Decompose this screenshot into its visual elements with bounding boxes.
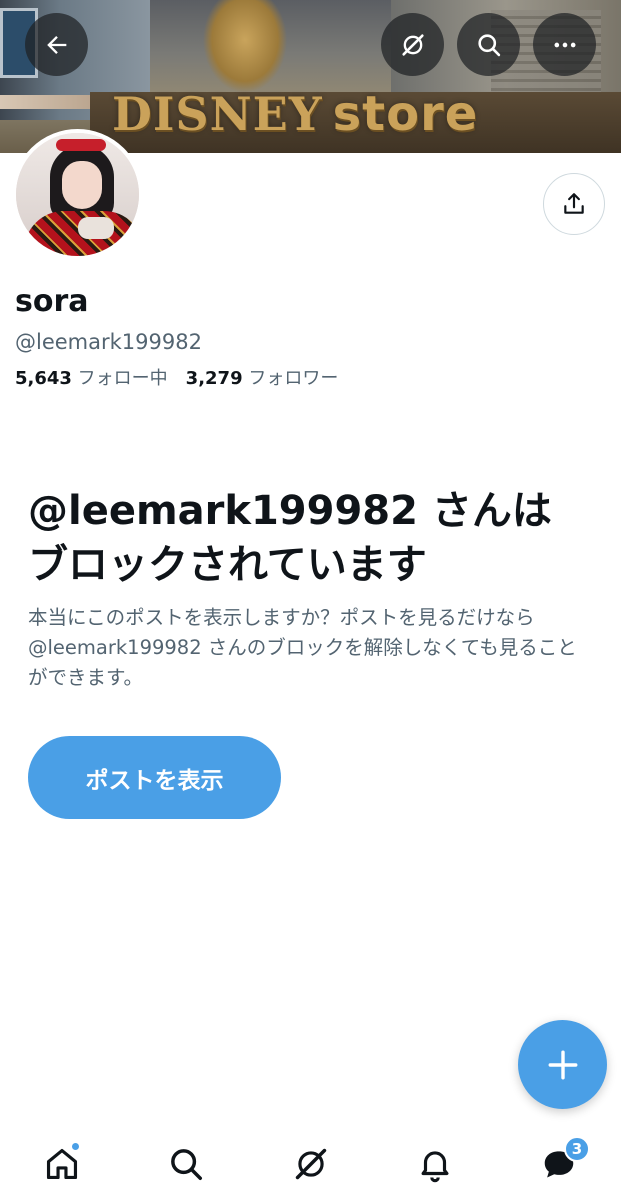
avatar-ribbon (56, 139, 106, 151)
blocked-description: 本当にこのポストを表示しますか？ポストを見るだけなら @leemark19998… (28, 606, 577, 689)
bottom-nav: 3 (0, 1125, 621, 1200)
nav-messages[interactable]: 3 (535, 1136, 590, 1188)
display-name: sora (15, 284, 89, 319)
share-button[interactable] (543, 173, 605, 235)
nav-search[interactable] (162, 1140, 210, 1188)
grok-icon (295, 1148, 327, 1180)
avatar-face (62, 161, 102, 209)
blocked-title: @leemark199982 さんはブロックされています (28, 488, 552, 588)
followers-link[interactable]: 3,279 フォロワー (186, 368, 339, 389)
following-count: 5,643 (15, 368, 72, 389)
show-posts-button[interactable]: ポストを表示 (28, 736, 281, 819)
following-link[interactable]: 5,643 フォロー中 (15, 368, 168, 389)
share-icon (564, 193, 584, 214)
search-icon (171, 1149, 202, 1180)
banner-store-sign: DISNEY store (112, 86, 478, 142)
bell-icon (421, 1151, 449, 1183)
user-handle: @leemark199982 (15, 330, 202, 354)
more-button[interactable] (533, 13, 596, 76)
followers-count: 3,279 (185, 368, 243, 389)
search-icon (477, 33, 500, 56)
avatar-bow (78, 217, 114, 239)
messages-badge: 3 (564, 1136, 590, 1162)
nav-grok[interactable] (287, 1140, 335, 1188)
grok-button[interactable] (381, 13, 444, 76)
following-label: フォロー中 (77, 368, 168, 389)
avatar[interactable] (12, 129, 143, 260)
grok-icon (401, 33, 424, 56)
followers-label: フォロワー (248, 368, 339, 389)
banner-sign-word: store (332, 86, 479, 142)
follow-stats: 5,643 フォロー中 3,279 フォロワー (15, 364, 338, 390)
compose-post-button[interactable] (518, 1020, 607, 1109)
plus-icon (548, 1050, 577, 1079)
arrow-left-icon (46, 35, 66, 54)
nav-notifications[interactable] (411, 1140, 459, 1188)
back-button[interactable] (25, 13, 88, 76)
banner-sign-brand: DISNEY (112, 87, 323, 141)
search-button[interactable] (457, 13, 520, 76)
home-notification-dot (71, 1142, 80, 1151)
nav-home[interactable] (38, 1140, 86, 1188)
more-horizontal-icon (554, 42, 575, 47)
